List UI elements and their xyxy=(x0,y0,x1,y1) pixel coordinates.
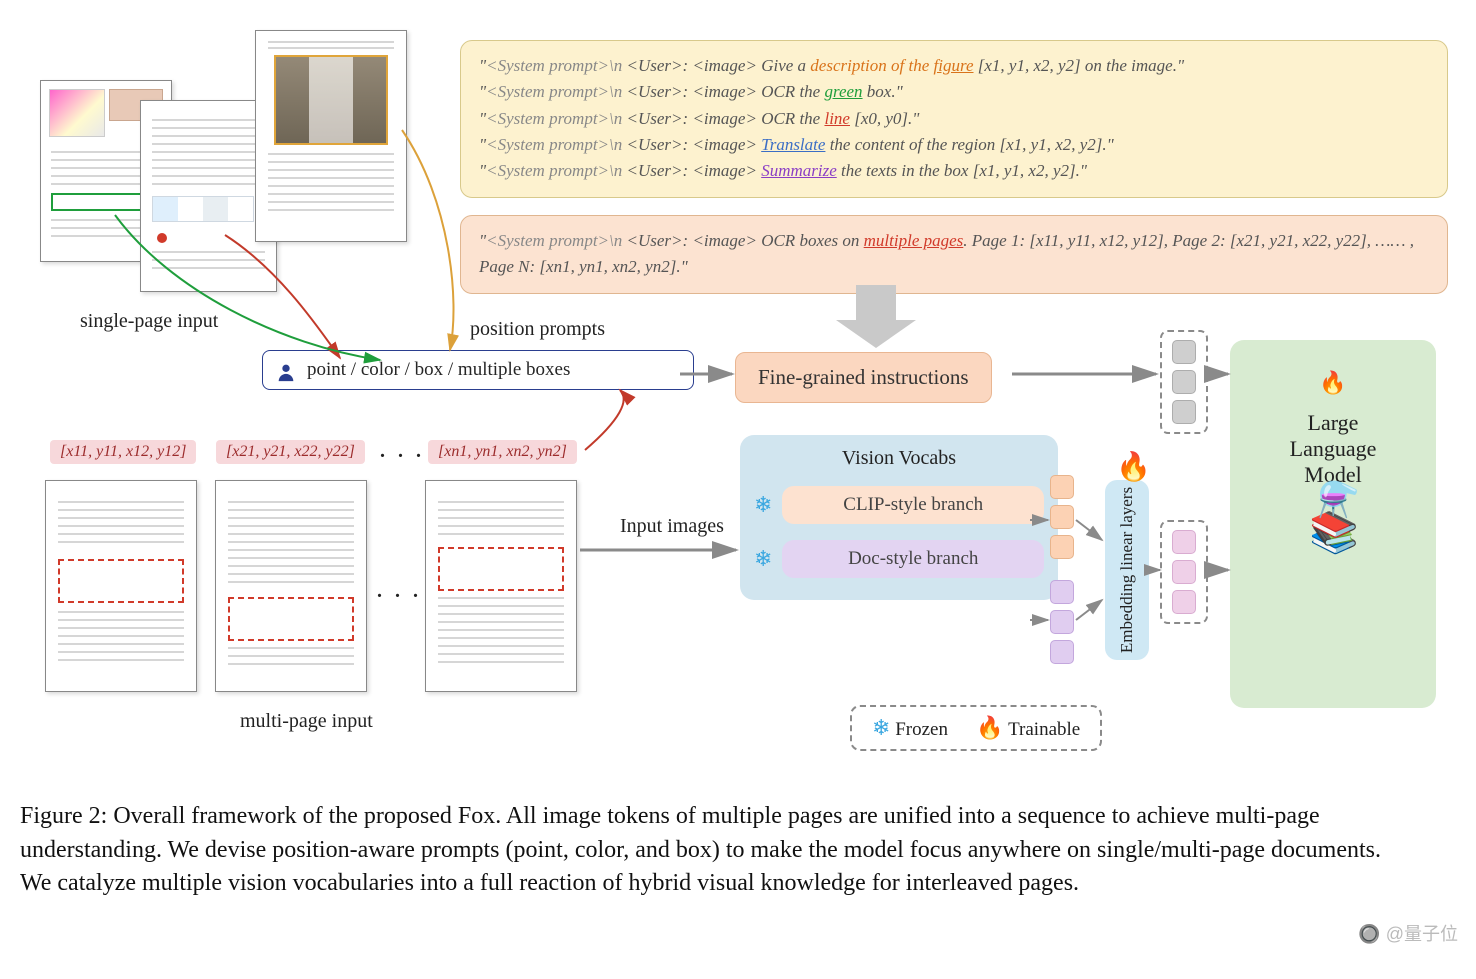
legend: ❄ Frozen 🔥 Trainable xyxy=(850,705,1102,751)
embedding-layers: Embedding linear layers xyxy=(1105,480,1149,660)
flame-icon: 🔥 xyxy=(1319,370,1346,396)
clip-branch: CLIP-style branch xyxy=(782,486,1044,524)
instr-tokens xyxy=(1172,340,1196,424)
single-page-prompts: "<System prompt>\n <User>: <image> Give … xyxy=(460,40,1448,198)
vision-vocabs: Vision Vocabs ❄ CLIP-style branch ❄ Doc-… xyxy=(740,435,1058,600)
diagram-stage: single-page input point / color / box / … xyxy=(20,20,1456,780)
multi-page-doc-n xyxy=(425,480,577,692)
clip-tokens xyxy=(1050,475,1074,559)
person-icon xyxy=(275,361,297,383)
watermark: 🔘 @量子位 xyxy=(1358,920,1458,946)
snow-icon: ❄ xyxy=(872,715,890,740)
snow-icon: ❄ xyxy=(754,492,772,518)
snow-icon: ❄ xyxy=(754,546,772,572)
single-page-doc-3 xyxy=(255,30,407,242)
multi-page-label: multi-page input xyxy=(240,710,373,733)
prompt-line-2: "<System prompt>\n <User>: <image> OCR t… xyxy=(479,79,1429,105)
flask-icon: ⚗️ xyxy=(1317,480,1359,520)
multi-page-doc-1 xyxy=(45,480,197,692)
input-images-label: Input images xyxy=(620,515,724,538)
flame-icon: 🔥 xyxy=(1116,450,1151,484)
vision-vocabs-title: Vision Vocabs xyxy=(754,447,1044,470)
multi-page-doc-2 xyxy=(215,480,367,692)
doc-tokens xyxy=(1050,580,1074,664)
prompt-line-1: "<System prompt>\n <User>: <image> Give … xyxy=(479,53,1429,79)
llm-box: 🔥 LargeLanguageModel 📚 ⚗️ xyxy=(1230,340,1436,708)
position-prompt-box: point / color / box / multiple boxes xyxy=(262,350,694,390)
dots-1: . . . xyxy=(380,440,425,463)
multi-page-prompt: "<System prompt>\n <User>: <image> OCR b… xyxy=(460,215,1448,294)
coord-chip-1: [x11, y11, x12, y12] xyxy=(50,440,196,464)
coord-chip-n: [xn1, yn1, xn2, yn2] xyxy=(428,440,577,464)
coord-chip-2: [x21, y21, x22, y22] xyxy=(216,440,365,464)
doc-branch: Doc-style branch xyxy=(782,540,1044,578)
position-prompts-label: position prompts xyxy=(470,318,605,341)
prompt-line-3: "<System prompt>\n <User>: <image> OCR t… xyxy=(479,106,1429,132)
figure-caption: Figure 2: Overall framework of the propo… xyxy=(20,800,1416,901)
flame-icon: 🔥 xyxy=(976,715,1003,740)
prompt-line-4: "<System prompt>\n <User>: <image> Trans… xyxy=(479,132,1429,158)
vision-tokens xyxy=(1172,530,1196,614)
dots-2: . . . xyxy=(377,580,422,603)
fine-grained-box: Fine-grained instructions xyxy=(735,352,992,403)
single-page-label: single-page input xyxy=(80,310,218,333)
prompt-line-5: "<System prompt>\n <User>: <image> Summa… xyxy=(479,158,1429,184)
